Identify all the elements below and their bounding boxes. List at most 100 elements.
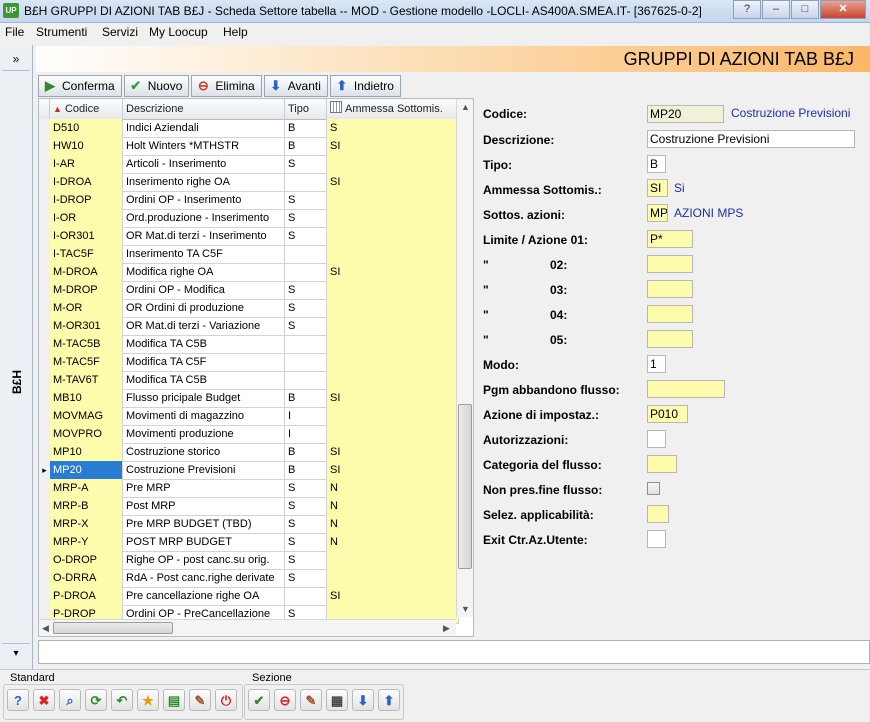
cell-ammessa[interactable] (327, 569, 459, 587)
cell-tipo[interactable]: S (285, 515, 327, 533)
cell-tipo[interactable]: S (285, 569, 327, 587)
cell-descrizione[interactable]: OR Mat.di terzi - Inserimento (123, 227, 285, 245)
menu-file[interactable]: File (5, 25, 24, 39)
table-row[interactable]: I-DROP Ordini OP - Inserimento S (39, 191, 459, 210)
conferma-button[interactable]: ▶ Conferma (38, 75, 122, 97)
cell-codice[interactable]: HW10 (50, 137, 123, 155)
cell-ammessa[interactable] (327, 551, 459, 569)
table-row[interactable]: P-DROA Pre cancellazione righe OA SI (39, 587, 459, 606)
non-pres-fine-flusso-checkbox[interactable] (647, 482, 660, 495)
cell-codice[interactable]: O-DROP (50, 551, 123, 569)
maximize-icon[interactable]: □ (791, 0, 819, 19)
cell-ammessa[interactable]: N (327, 497, 459, 515)
cell-ammessa[interactable] (327, 317, 459, 335)
table-row[interactable]: M-TAC5F Modifica TA C5F (39, 353, 459, 372)
cell-codice[interactable]: I-AR (50, 155, 123, 173)
exit-ctr-field[interactable] (647, 530, 666, 548)
cell-descrizione[interactable]: Movimenti produzione (123, 425, 285, 443)
table-row[interactable]: MRP-A Pre MRP S N (39, 479, 459, 498)
cell-codice[interactable]: M-TAC5B (50, 335, 123, 353)
table-icon[interactable]: ▦ (326, 689, 348, 711)
table-row[interactable]: MRP-Y POST MRP BUDGET S N (39, 533, 459, 552)
nuovo-button[interactable]: ✔ Nuovo (123, 75, 190, 97)
cell-tipo[interactable]: S (285, 227, 327, 245)
delete-icon[interactable]: ⊖ (274, 689, 296, 711)
cell-descrizione[interactable]: Costruzione storico (123, 443, 285, 461)
cell-descrizione[interactable]: Holt Winters *MTHSTR (123, 137, 285, 155)
scroll-down-icon[interactable]: ▼ (461, 604, 470, 614)
codice-field[interactable]: MP20 (647, 105, 724, 123)
table-row[interactable]: I-AR Articoli - Inserimento S (39, 155, 459, 174)
favorite-star-icon[interactable]: ★ (137, 689, 159, 711)
scroll-up-icon[interactable]: ▲ (461, 102, 470, 112)
cell-tipo[interactable] (285, 371, 327, 389)
menu-servizi[interactable]: Servizi (102, 25, 138, 39)
refresh-icon[interactable]: ⟳ (85, 689, 107, 711)
cell-codice[interactable]: MRP-X (50, 515, 123, 533)
cell-tipo[interactable]: S (285, 533, 327, 551)
descrizione-field[interactable]: Costruzione Previsioni (647, 130, 855, 148)
cell-tipo[interactable]: B (285, 461, 327, 479)
cell-tipo[interactable]: S (285, 209, 327, 227)
cell-ammessa[interactable] (327, 155, 459, 173)
table-row[interactable]: MOVMAG Movimenti di magazzino I (39, 407, 459, 426)
export-icon[interactable]: ▤ (163, 689, 185, 711)
down-arrow-icon[interactable]: ⬇ (352, 689, 374, 711)
table-row[interactable]: MRP-X Pre MRP BUDGET (TBD) S N (39, 515, 459, 534)
cell-ammessa[interactable] (327, 191, 459, 209)
back-icon[interactable]: ↶ (111, 689, 133, 711)
cell-codice[interactable]: MRP-A (50, 479, 123, 497)
cell-codice[interactable]: P-DROA (50, 587, 123, 605)
expand-sidebar-button[interactable]: » (2, 48, 30, 71)
cell-ammessa[interactable]: N (327, 479, 459, 497)
avanti-button[interactable]: ⬇ Avanti (263, 75, 328, 97)
cell-descrizione[interactable]: Modifica righe OA (123, 263, 285, 281)
column-header-codice[interactable]: ▲ Codice (50, 99, 123, 119)
column-header-tipo[interactable]: Tipo (285, 99, 327, 119)
cell-codice[interactable]: D510 (50, 119, 123, 137)
cell-tipo[interactable] (285, 263, 327, 281)
cell-tipo[interactable] (285, 587, 327, 605)
table-row[interactable]: M-OR OR Ordini di produzione S (39, 299, 459, 318)
cell-tipo[interactable] (285, 245, 327, 263)
horizontal-scroll-thumb[interactable] (53, 622, 173, 634)
scroll-right-icon[interactable]: ▶ (443, 623, 450, 634)
cell-descrizione[interactable]: RdA - Post canc.righe derivate (123, 569, 285, 587)
cell-ammessa[interactable]: SI (327, 587, 459, 605)
cell-ammessa[interactable]: SI (327, 137, 459, 155)
limite-03-field[interactable] (647, 280, 693, 298)
cell-descrizione[interactable]: Ord.produzione - Inserimento (123, 209, 285, 227)
cell-descrizione[interactable]: OR Mat.di terzi - Variazione (123, 317, 285, 335)
cell-ammessa[interactable] (327, 425, 459, 443)
cell-codice[interactable]: I-DROP (50, 191, 123, 209)
cell-codice[interactable]: MOVPRO (50, 425, 123, 443)
modo-field[interactable]: 1 (647, 355, 666, 373)
cell-codice[interactable]: I-OR301 (50, 227, 123, 245)
search-icon[interactable]: ⌕ (59, 689, 81, 711)
table-row[interactable]: I-TAC5F Inserimento TA C5F (39, 245, 459, 264)
cell-codice[interactable]: O-DRRA (50, 569, 123, 587)
cell-descrizione[interactable]: Modifica TA C5B (123, 335, 285, 353)
power-icon[interactable]: ⏻ (215, 689, 237, 711)
cell-descrizione[interactable]: OR Ordini di produzione (123, 299, 285, 317)
table-row[interactable]: M-DROA Modifica righe OA SI (39, 263, 459, 282)
menu-help[interactable]: Help (223, 25, 248, 39)
limite-05-field[interactable] (647, 330, 693, 348)
cell-tipo[interactable]: S (285, 497, 327, 515)
cell-codice[interactable]: M-DROA (50, 263, 123, 281)
cell-descrizione[interactable]: Ordini OP - Inserimento (123, 191, 285, 209)
sottos-azioni-field[interactable]: MP (647, 204, 668, 222)
close-red-icon[interactable]: ✖ (33, 689, 55, 711)
table-row[interactable]: ▸ MP20 Costruzione Previsioni B SI (39, 461, 459, 480)
table-row[interactable]: HW10 Holt Winters *MTHSTR B SI (39, 137, 459, 156)
cell-descrizione[interactable]: Ordini OP - Modifica (123, 281, 285, 299)
cell-codice[interactable]: M-OR (50, 299, 123, 317)
elimina-button[interactable]: ⊖ Elimina (191, 75, 262, 97)
cell-descrizione[interactable]: POST MRP BUDGET (123, 533, 285, 551)
cell-descrizione[interactable]: Costruzione Previsioni (123, 461, 285, 479)
close-icon[interactable]: ✕ (820, 0, 866, 19)
cell-tipo[interactable]: S (285, 155, 327, 173)
cell-codice[interactable]: M-OR301 (50, 317, 123, 335)
cell-descrizione[interactable]: Pre MRP BUDGET (TBD) (123, 515, 285, 533)
cell-tipo[interactable]: S (285, 479, 327, 497)
